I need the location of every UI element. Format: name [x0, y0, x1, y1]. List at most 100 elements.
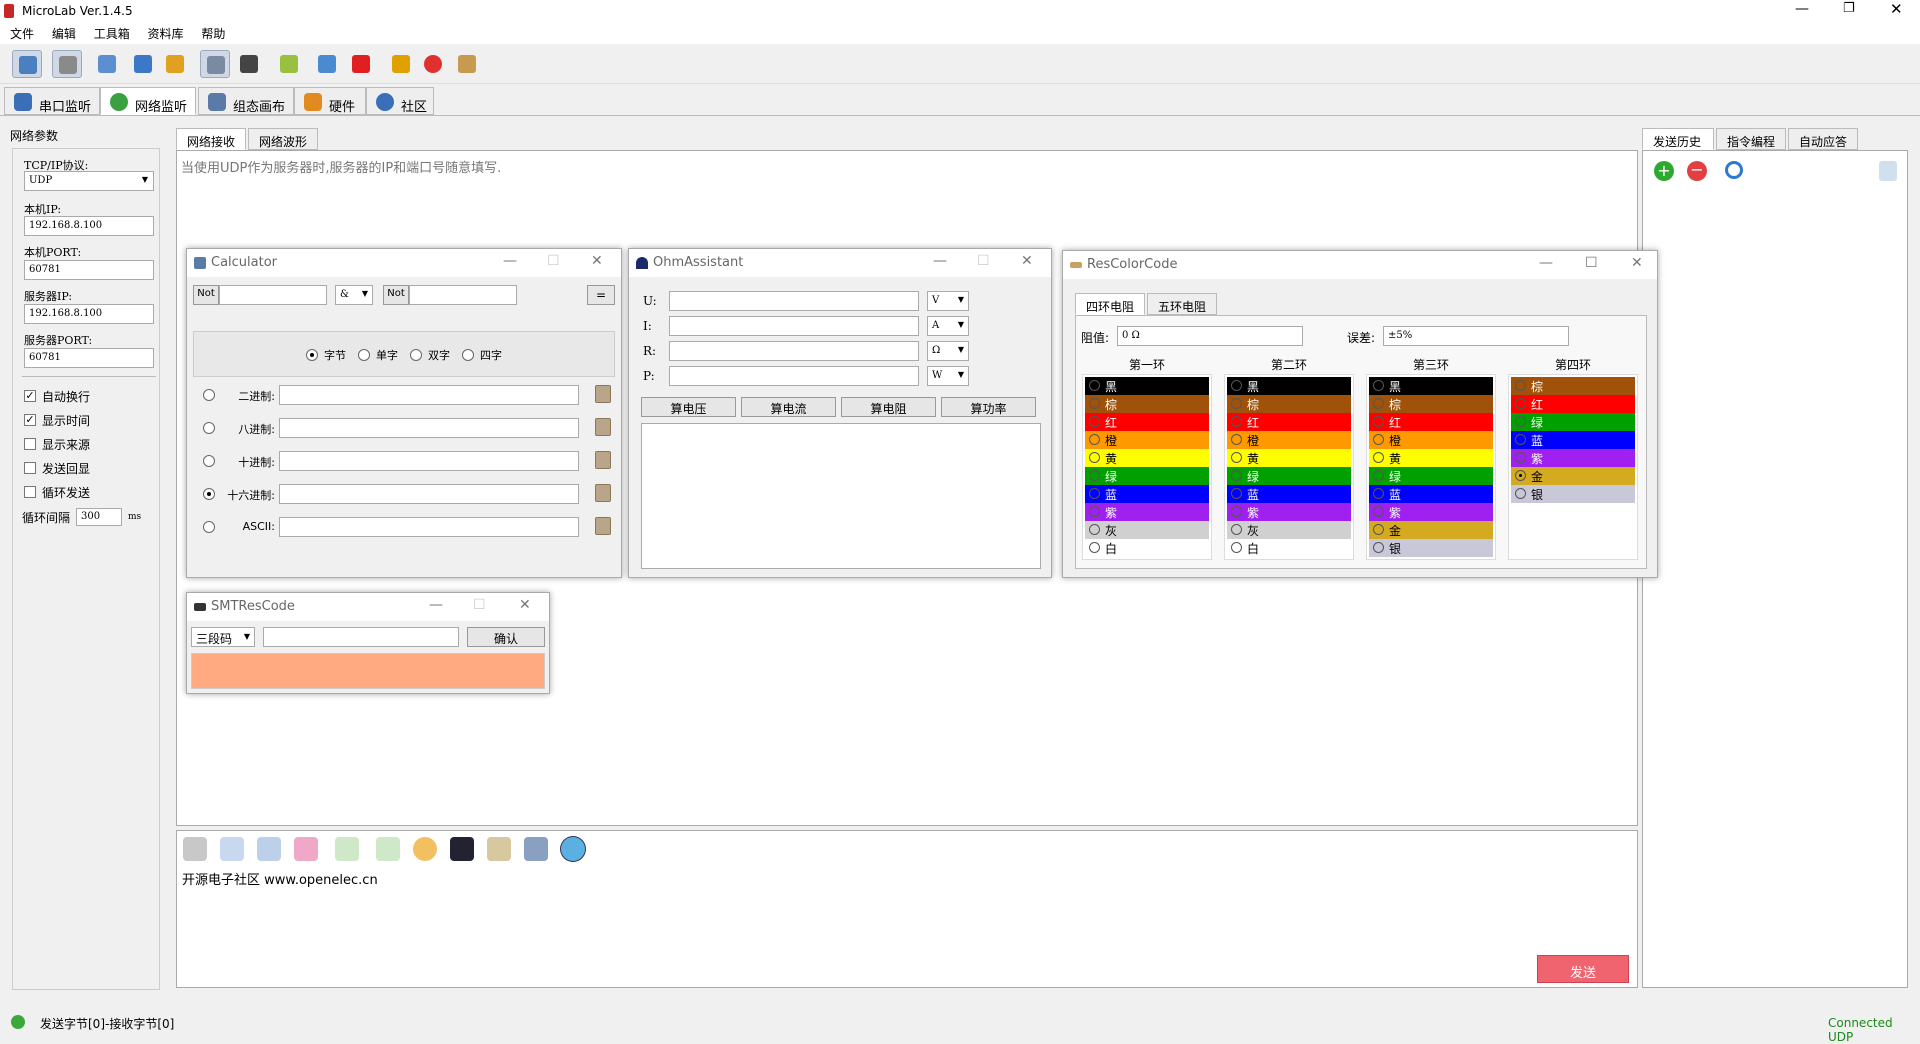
band-color-option[interactable]: 棕	[1085, 395, 1209, 413]
tab-command-program[interactable]: 指令编程	[1716, 128, 1786, 150]
band-radio[interactable]	[1373, 470, 1384, 481]
palette-icon[interactable]	[413, 837, 437, 861]
maximize-button[interactable]: ☐	[1585, 255, 1598, 271]
package-tool-button[interactable]	[274, 50, 304, 78]
band-color-option[interactable]: 棕	[1369, 395, 1493, 413]
band-color-option[interactable]: 红	[1085, 413, 1209, 431]
sort-tool-button[interactable]	[160, 50, 190, 78]
band-radio[interactable]	[1089, 488, 1100, 499]
power-unit-select[interactable]: W ▼	[927, 366, 969, 386]
tab-send-history[interactable]: 发送历史	[1642, 128, 1714, 150]
band-radio[interactable]	[1373, 452, 1384, 463]
menu-edit[interactable]: 编辑	[42, 22, 76, 42]
maximize-button[interactable]: ☐	[547, 253, 560, 269]
resistance-input[interactable]	[669, 341, 919, 361]
calc-power-button[interactable]: 算功率	[941, 397, 1036, 417]
tab-auto-reply[interactable]: 自动应答	[1788, 128, 1858, 150]
binary-input[interactable]	[279, 385, 579, 405]
tolerance-field[interactable]: ±5%	[1383, 326, 1569, 346]
band-color-option[interactable]: 紫	[1369, 503, 1493, 521]
band-radio[interactable]	[1089, 434, 1100, 445]
flame-tool-button[interactable]	[346, 50, 376, 78]
paste-icon[interactable]	[595, 484, 611, 502]
band-radio[interactable]	[1089, 542, 1100, 553]
band-color-option[interactable]: 紫	[1085, 503, 1209, 521]
band-color-option[interactable]: 银	[1369, 539, 1493, 557]
band-radio[interactable]	[1373, 524, 1384, 535]
band-color-option[interactable]: 棕	[1227, 395, 1351, 413]
server-port-input[interactable]: 60781	[24, 348, 154, 368]
band-radio[interactable]	[1231, 434, 1242, 445]
band-radio[interactable]	[1515, 452, 1526, 463]
base-octal-radio[interactable]	[203, 422, 215, 434]
equals-button[interactable]: =	[587, 285, 615, 305]
band-color-option[interactable]: 金	[1511, 467, 1635, 485]
link-icon[interactable]	[183, 837, 207, 861]
band-color-option[interactable]: 金	[1369, 521, 1493, 539]
tab-network-monitor[interactable]: 网络监听	[100, 87, 196, 115]
band-radio[interactable]	[1231, 452, 1242, 463]
band-radio[interactable]	[1089, 398, 1100, 409]
power-input[interactable]	[669, 366, 919, 386]
band-radio[interactable]	[1373, 506, 1384, 517]
close-button[interactable]: ✕	[1021, 253, 1033, 269]
word-size-byte-radio[interactable]	[306, 349, 318, 361]
send-text[interactable]: 开源电子社区 www.openelec.cn	[182, 869, 378, 888]
voltage-input[interactable]	[669, 291, 919, 311]
close-button[interactable]: ✕	[591, 253, 603, 269]
tab-four-band[interactable]: 四环电阻	[1075, 293, 1145, 315]
not-button-1[interactable]: Not	[193, 285, 219, 305]
base-decimal-radio[interactable]	[203, 455, 215, 467]
paste-icon[interactable]	[595, 418, 611, 436]
resistance-unit-select[interactable]: Ω ▼	[927, 341, 969, 361]
ascii-input[interactable]	[279, 517, 579, 537]
band-color-option[interactable]: 棕	[1511, 377, 1635, 395]
minimize-button[interactable]: —	[1795, 1, 1809, 17]
base-binary-radio[interactable]	[203, 389, 215, 401]
terminal-icon[interactable]	[450, 837, 474, 861]
band-radio[interactable]	[1515, 416, 1526, 427]
paste-icon[interactable]	[595, 451, 611, 469]
band-radio[interactable]	[1515, 398, 1526, 409]
band-color-option[interactable]: 黄	[1227, 449, 1351, 467]
band-radio[interactable]	[1231, 416, 1242, 427]
band-color-option[interactable]: 白	[1085, 539, 1209, 557]
operand-a-input[interactable]	[219, 285, 327, 305]
code-icon[interactable]	[220, 837, 244, 861]
calculator-tool-button[interactable]	[200, 50, 230, 78]
band-color-option[interactable]: 银	[1511, 485, 1635, 503]
band-radio[interactable]	[1231, 470, 1242, 481]
tab-serial-monitor[interactable]: 串口监听	[4, 87, 100, 115]
band-color-option[interactable]: 红	[1369, 413, 1493, 431]
band-radio[interactable]	[1373, 398, 1384, 409]
band-color-option[interactable]: 红	[1227, 413, 1351, 431]
interval-input[interactable]: 300	[76, 508, 122, 526]
smt-mode-select[interactable]: 三段码 ▼	[191, 627, 255, 647]
band-radio[interactable]	[1373, 380, 1384, 391]
band-radio[interactable]	[1231, 380, 1242, 391]
band-color-option[interactable]: 灰	[1085, 521, 1209, 539]
band-radio[interactable]	[1089, 506, 1100, 517]
heart-tool-button[interactable]	[418, 50, 448, 78]
band-radio[interactable]	[1089, 416, 1100, 427]
band-radio[interactable]	[1231, 506, 1242, 517]
local-port-input[interactable]: 60781	[24, 260, 154, 280]
auto-wrap-checkbox[interactable]: ✓	[24, 390, 36, 402]
ledger-icon[interactable]	[487, 837, 511, 861]
band-radio[interactable]	[1515, 434, 1526, 445]
not-button-2[interactable]: Not	[383, 285, 409, 305]
calc-voltage-button[interactable]: 算电压	[641, 397, 736, 417]
band-color-option[interactable]: 紫	[1511, 449, 1635, 467]
band-radio[interactable]	[1515, 488, 1526, 499]
show-source-checkbox[interactable]	[24, 438, 36, 450]
band-color-option[interactable]: 白	[1227, 539, 1351, 557]
clock-icon[interactable]	[561, 837, 585, 861]
current-input[interactable]	[669, 316, 919, 336]
band-radio[interactable]	[1373, 542, 1384, 553]
band-radio[interactable]	[1515, 380, 1526, 391]
paste-icon[interactable]	[595, 385, 611, 403]
decimal-input[interactable]	[279, 451, 579, 471]
hex-input[interactable]	[279, 484, 579, 504]
operand-b-input[interactable]	[409, 285, 517, 305]
layout-tool-button[interactable]	[128, 50, 158, 78]
